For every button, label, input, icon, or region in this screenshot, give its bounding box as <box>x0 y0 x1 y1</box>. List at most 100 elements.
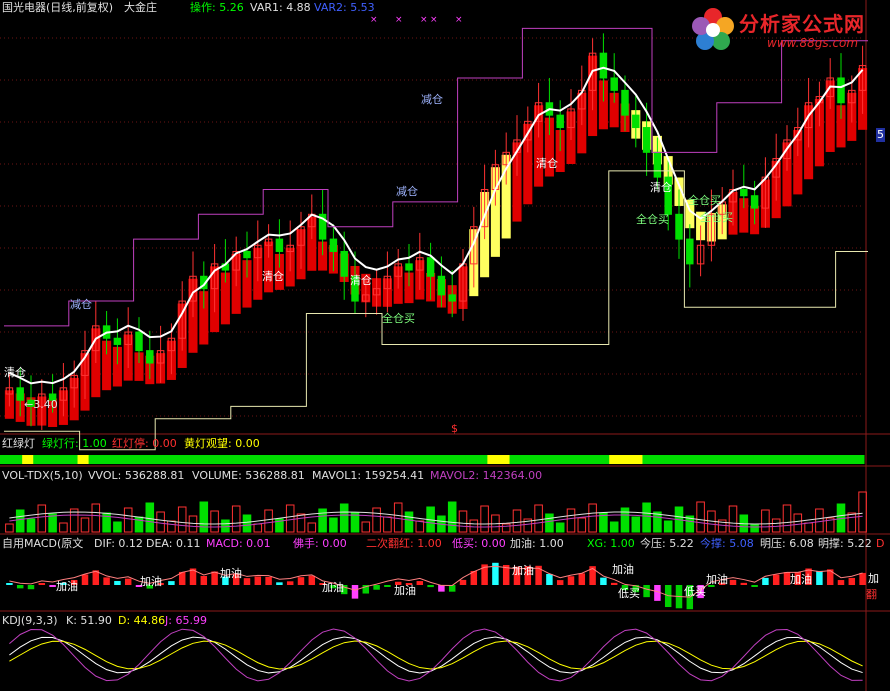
light-segment <box>753 455 765 464</box>
volume-bars <box>5 491 867 533</box>
volume-bar <box>91 503 101 533</box>
volume-bar <box>577 517 587 533</box>
signal-label: 清仓 <box>4 366 26 379</box>
macd-bar <box>276 582 283 585</box>
volume-bar <box>761 509 770 533</box>
volume-bar <box>80 517 90 533</box>
light-segment <box>764 455 776 464</box>
macd-bar <box>265 576 272 585</box>
candle-body <box>653 151 662 178</box>
macd-bar <box>416 581 424 585</box>
light-segment <box>409 455 422 464</box>
volume-bar <box>48 513 57 533</box>
light-segment <box>443 455 455 464</box>
macd-bar <box>384 585 391 587</box>
macd-bar <box>243 578 251 585</box>
macd-bar <box>772 574 780 585</box>
macd-bar <box>38 583 46 585</box>
light-segment <box>797 455 810 464</box>
volume-bar <box>480 505 489 533</box>
light-segment <box>44 455 56 464</box>
volume-bar <box>134 516 144 533</box>
macd-bar <box>124 578 132 585</box>
macd-bar <box>837 580 845 585</box>
volume-bar <box>329 517 338 533</box>
traffic-light-bar <box>0 455 865 464</box>
signal-label: 减仓 <box>396 185 418 198</box>
volume-bar <box>361 521 371 533</box>
volume-bar <box>177 506 187 533</box>
signal-label: 减仓 <box>70 298 92 311</box>
candle-body <box>686 238 694 265</box>
candle-body <box>675 213 683 240</box>
candle-body <box>599 52 608 79</box>
light-segment <box>221 455 234 464</box>
macd-bar <box>762 577 769 585</box>
light-segment <box>332 455 344 464</box>
volume-bar <box>469 519 479 533</box>
light-segment <box>288 455 300 464</box>
light-segment <box>609 455 621 464</box>
volume-bar <box>5 523 14 533</box>
candle-body <box>437 275 446 296</box>
volume-bar <box>793 513 803 533</box>
volume-bar <box>642 502 651 533</box>
volume-bar <box>588 503 597 533</box>
volume-bar <box>210 510 219 533</box>
volume-bar <box>415 520 425 533</box>
light-segment <box>786 455 799 464</box>
support-line <box>4 170 868 451</box>
volume-bar <box>728 505 738 533</box>
macd-signal: 低买 <box>684 585 706 598</box>
volume-bar <box>501 523 511 533</box>
light-panel-title: 红绿灯 <box>2 437 35 450</box>
volume-bar <box>858 491 867 533</box>
light-segment <box>77 455 90 464</box>
erci-value: 二次翻红: 1.00 <box>366 537 442 550</box>
light-segment <box>720 455 732 464</box>
light-segment <box>166 455 178 464</box>
x-mark: × <box>430 15 438 25</box>
j-value: J: 65.99 <box>165 614 207 627</box>
candle-body <box>610 77 618 91</box>
macd-bar <box>448 585 456 592</box>
signal-marks: × × × × × <box>370 15 463 25</box>
light-segment <box>664 455 677 464</box>
vol-title: VOL-TDX(5,10) <box>2 469 83 482</box>
kline-chart[interactable]: × × × × × <box>0 0 890 691</box>
candle-body <box>329 238 338 252</box>
light-segment <box>243 455 256 464</box>
light-segment <box>830 455 843 464</box>
volume-bar <box>113 521 122 533</box>
x-mark: × <box>420 15 428 25</box>
light-segment <box>343 455 355 464</box>
light-segment <box>88 455 101 464</box>
light-segment <box>553 455 566 464</box>
macd-value: MACD: 0.01 <box>206 537 271 550</box>
macd-bar <box>578 573 586 585</box>
candle-body <box>448 294 456 302</box>
fan-label: 翻 <box>866 588 877 601</box>
volume-bar <box>663 520 673 533</box>
light-segment <box>199 455 211 464</box>
light-segment <box>387 455 400 464</box>
red-yellow-band <box>4 55 868 427</box>
light-segment <box>276 455 289 464</box>
stock-title: 国光电器(日线,前复权) <box>2 1 114 14</box>
logo: 分析家公式网 www.88gs.com <box>689 6 884 58</box>
volume-bar <box>545 513 554 533</box>
macd-bar <box>600 577 607 585</box>
volume-bar <box>383 516 392 533</box>
signal-label: 清仓 <box>262 270 284 283</box>
volume-bar <box>566 508 576 533</box>
light-segment <box>177 455 189 464</box>
jiayou-value: 加油: 1.00 <box>510 537 564 550</box>
mavol2-value: MAVOL2: 142364.00 <box>430 469 543 482</box>
light-segment <box>697 455 710 464</box>
volume-bar <box>631 516 641 533</box>
var2-value: VAR2: 5.53 <box>314 1 375 14</box>
volume-bar <box>458 510 468 533</box>
volume-bar <box>26 518 36 533</box>
light-segment <box>708 455 721 464</box>
volume-bar <box>156 511 165 533</box>
